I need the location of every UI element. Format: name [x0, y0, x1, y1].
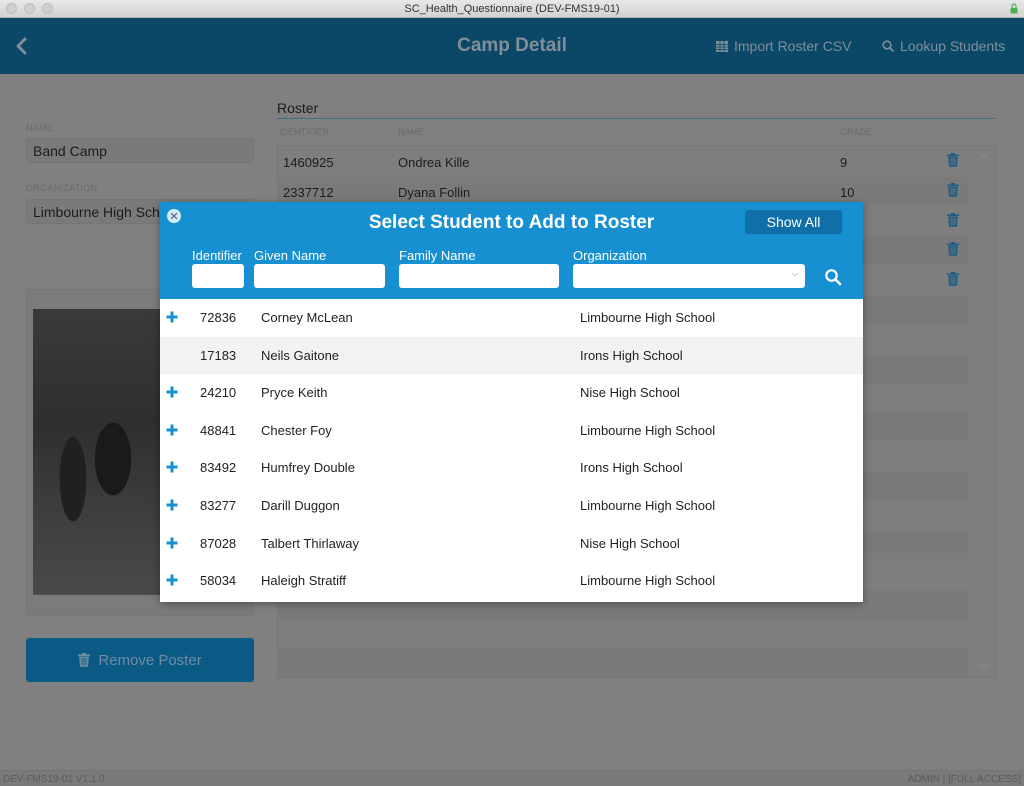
add-student-plus-icon[interactable] [166, 311, 178, 323]
column-header-grade: GRADE [840, 127, 873, 137]
roster-divider [277, 118, 996, 119]
given-name-filter-input[interactable] [254, 264, 385, 288]
column-header-name: NAME [398, 127, 425, 137]
organization-label: ORGANIZATION [26, 183, 98, 193]
roster-grade: 10 [840, 185, 855, 200]
scroll-up-chevron-icon[interactable] [979, 153, 989, 161]
organization-filter-label: Organization [573, 248, 647, 263]
lookup-students-label: Lookup Students [900, 38, 1006, 54]
roster-row [278, 648, 968, 677]
family-name-filter-input[interactable] [399, 264, 559, 288]
student-row[interactable]: 48841 Chester Foy Limbourne High School [160, 412, 863, 449]
app-header: Camp Detail Import Roster CSV Lookup Stu… [0, 18, 1024, 74]
student-identifier: 87028 [200, 535, 237, 551]
given-name-filter-label: Given Name [254, 248, 327, 263]
name-label: NAME [26, 123, 54, 133]
student-organization: Nise High School [580, 535, 680, 551]
student-name: Humfrey Double [261, 460, 355, 476]
page-title: Camp Detail [457, 35, 567, 56]
roster-name: Dyana Follin [398, 185, 471, 200]
organization-filter-select[interactable] [573, 264, 805, 288]
user-access-label: ADMIN | [FULL ACCESS] [907, 774, 1021, 785]
roster-identifier: 1460925 [283, 155, 334, 170]
delete-row-trash-icon[interactable] [947, 272, 959, 286]
student-organization: Irons High School [580, 460, 683, 476]
student-identifier: 24210 [200, 385, 237, 401]
student-identifier: 72836 [200, 310, 237, 325]
close-icon [170, 212, 178, 220]
student-row[interactable]: 72836 Corney McLean Limbourne High Schoo… [160, 299, 863, 336]
camp-name-field[interactable]: Band Camp [26, 138, 254, 163]
student-name: Talbert Thirlaway [261, 535, 360, 551]
student-organization: Limbourne High School [580, 422, 716, 438]
remove-poster-label: Remove Poster [98, 651, 202, 669]
search-icon[interactable] [824, 268, 842, 286]
add-student-plus-icon[interactable] [166, 386, 178, 398]
show-all-button[interactable]: Show All [745, 210, 842, 234]
version-label: DEV-FMS19-01 V1.1.0 [3, 774, 105, 785]
roster-name: Ondrea Kille [398, 155, 470, 170]
modal-header: Select Student to Add to Roster Show All… [160, 202, 863, 299]
student-identifier: 17183 [200, 347, 237, 363]
chevron-down-icon [791, 272, 799, 277]
student-identifier: 58034 [200, 573, 237, 589]
student-row[interactable]: 58034 Haleigh Stratiff Limbourne High Sc… [160, 562, 863, 599]
delete-row-trash-icon[interactable] [947, 242, 959, 256]
delete-row-trash-icon[interactable] [947, 153, 959, 167]
remove-poster-button[interactable]: Remove Poster [26, 638, 254, 682]
poster-image [33, 309, 163, 595]
table-grid-icon [716, 40, 728, 52]
student-row[interactable]: 87028 Talbert Thirlaway Nise High School [160, 525, 863, 562]
roster-identifier: 2337712 [283, 185, 334, 200]
import-roster-csv-label: Import Roster CSV [734, 38, 852, 54]
student-name: Chester Foy [261, 422, 332, 438]
lock-icon [1010, 3, 1018, 14]
delete-row-trash-icon[interactable] [947, 183, 959, 197]
student-row[interactable]: 83492 Humfrey Double Irons High School [160, 449, 863, 486]
roster-title: Roster [277, 100, 319, 116]
add-student-plus-icon[interactable] [166, 574, 178, 586]
roster-grade: 9 [840, 155, 848, 170]
delete-row-trash-icon[interactable] [947, 213, 959, 227]
student-row[interactable]: 17183 Neils Gaitone Irons High School [160, 336, 863, 374]
student-identifier: 48841 [200, 422, 237, 438]
identifier-filter-label: Identifier [192, 248, 242, 263]
student-name: Haleigh Stratiff [261, 573, 347, 589]
add-student-plus-icon[interactable] [166, 499, 178, 511]
modal-close-button[interactable] [167, 209, 181, 223]
trash-icon [78, 653, 91, 667]
lookup-students-button[interactable]: Lookup Students [882, 38, 1005, 54]
student-organization: Nise High School [580, 385, 680, 401]
window-titlebar: SC_Health_Questionnaire (DEV-FMS19-01) [0, 0, 1024, 18]
student-organization: Limbourne High School [580, 573, 716, 589]
student-row[interactable]: 83277 Darill Duggon Limbourne High Schoo… [160, 487, 863, 524]
add-student-plus-icon[interactable] [166, 424, 178, 436]
student-name: Pryce Keith [261, 385, 328, 401]
add-student-plus-icon[interactable] [166, 461, 178, 473]
add-student-plus-icon[interactable] [166, 537, 178, 549]
search-icon [882, 40, 894, 52]
student-identifier: 83492 [200, 460, 237, 476]
family-name-filter-label: Family Name [399, 248, 476, 263]
student-row[interactable]: 24210 Pryce Keith Nise High School [160, 374, 863, 411]
window-title: SC_Health_Questionnaire (DEV-FMS19-01) [404, 3, 620, 15]
student-organization: Limbourne High School [580, 310, 716, 325]
student-name: Corney McLean [261, 310, 353, 325]
status-bar: DEV-FMS19-01 V1.1.0 ADMIN | [FULL ACCESS… [0, 770, 1024, 786]
student-identifier: 83277 [200, 498, 237, 513]
student-name: Darill Duggon [261, 498, 340, 513]
student-organization: Limbourne High School [580, 498, 716, 513]
select-student-modal: Select Student to Add to Roster Show All… [160, 202, 863, 602]
student-organization: Irons High School [580, 347, 683, 363]
back-chevron-icon[interactable] [12, 34, 32, 58]
column-header-identifier: IDENTIFIER [279, 127, 330, 137]
scroll-down-chevron-icon[interactable] [979, 662, 989, 670]
student-name: Neils Gaitone [261, 347, 340, 363]
roster-row[interactable]: 1460925 Ondrea Kille 9 [278, 147, 968, 176]
import-roster-csv-button[interactable]: Import Roster CSV [716, 38, 851, 54]
identifier-filter-input[interactable] [192, 264, 244, 288]
